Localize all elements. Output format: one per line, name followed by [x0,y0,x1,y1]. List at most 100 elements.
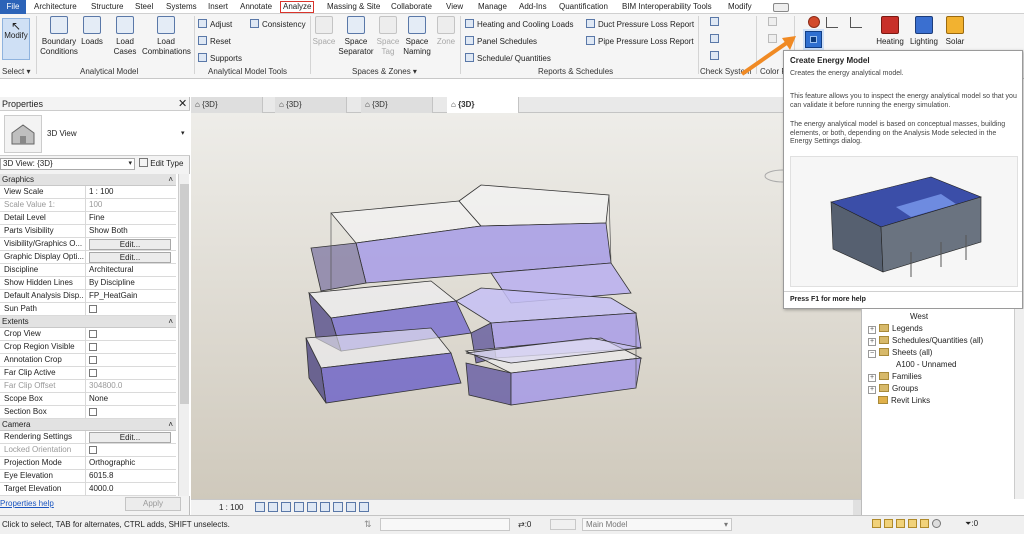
property-value[interactable]: Fine [89,213,105,222]
properties-help-link[interactable]: Properties help [0,499,54,508]
group-camera[interactable]: Camera ˄ [0,419,176,431]
checkbox[interactable] [89,343,97,351]
tab-architecture[interactable]: Architecture [34,1,77,13]
checkbox[interactable] [89,356,97,364]
select-links-icon[interactable] [872,519,881,528]
browser-item-sheets[interactable]: − Sheets (all) [868,348,932,358]
heating-cooling-loads-button[interactable]: Heating and Cooling Loads [465,19,574,30]
tab-collaborate[interactable]: Collaborate [391,1,432,13]
browser-item-families[interactable]: + Families [868,372,922,382]
close-icon[interactable]: ✕ [178,97,187,110]
lock-icon[interactable] [333,502,343,512]
tab-add-ins[interactable]: Add-Ins [519,1,547,13]
reveal-hidden-icon[interactable] [359,502,369,512]
adjust-button[interactable]: Adjust [198,19,232,30]
tab-annotate[interactable]: Annotate [240,1,272,13]
tab-modify[interactable]: Modify [728,1,752,13]
detail-level-icon[interactable] [255,502,265,512]
crop-icon[interactable] [307,502,317,512]
zone-button[interactable]: Zone [434,16,458,47]
supports-button[interactable]: Supports [198,53,242,64]
space-naming-button[interactable]: Space Naming [402,16,432,57]
solar-analysis-button[interactable]: Solar [942,16,968,47]
duct-legend-button[interactable] [768,17,780,28]
space-separator-button[interactable]: Space Separator [338,16,374,57]
property-value[interactable]: By Discipline [89,278,135,287]
workset-dropdown[interactable] [380,518,510,531]
space-tag-button[interactable]: Space Tag [376,16,400,57]
property-value[interactable]: None [89,394,108,403]
tab-bim-interoperability[interactable]: BIM Interoperability Tools [622,1,712,13]
browser-item-revit-links[interactable]: Revit Links [878,396,930,406]
workset-icon[interactable]: ⇅ [364,519,372,530]
results-icon[interactable] [850,17,862,28]
shadows-icon[interactable] [294,502,304,512]
space-button[interactable]: Space [312,16,336,47]
browser-scrollbar[interactable] [1014,309,1024,499]
reset-button[interactable]: Reset [198,36,231,47]
instance-filter[interactable]: 3D View: {3D} ▾ [0,158,135,170]
tab-structure[interactable]: Structure [91,1,123,13]
consistency-button[interactable]: Consistency [250,19,306,30]
visual-style-icon[interactable] [268,502,278,512]
property-value[interactable]: Architectural [89,265,133,274]
contextual-tab-dropdown-icon[interactable] [773,3,789,12]
check-pipe-systems-button[interactable] [710,34,722,45]
apply-button[interactable]: Apply [125,497,181,511]
property-value[interactable]: Show Both [89,226,128,235]
tab-steel[interactable]: Steel [135,1,153,13]
property-value[interactable]: 6015.8 [89,471,113,480]
tab-3d-view-2[interactable]: ⌂ {3D} [275,97,347,113]
property-value[interactable]: 4000.0 [89,484,113,493]
boundary-conditions-button[interactable]: Boundary Conditions [40,16,78,57]
tab-systems[interactable]: Systems [166,1,197,13]
modify-button[interactable]: ↖ Modify [2,18,30,60]
pipe-pressure-loss-button[interactable]: Pipe Pressure Loss Report [586,36,694,47]
browser-item-west[interactable]: West [910,312,928,322]
expand-icon[interactable]: + [868,374,876,382]
expand-icon[interactable]: + [868,326,876,334]
horizontal-scrollbar[interactable] [853,500,861,515]
browser-item-legends[interactable]: + Legends [868,324,923,334]
checkbox[interactable] [89,330,97,338]
edit-button[interactable]: Edit... [89,252,171,263]
expand-icon[interactable]: + [868,386,876,394]
tab-insert[interactable]: Insert [208,1,228,13]
property-value[interactable]: Orthographic [89,458,135,467]
sun-path-icon[interactable] [281,502,291,512]
tab-3d-view-3[interactable]: ⌂ {3D} [361,97,433,113]
checkbox[interactable] [89,369,97,377]
design-options-icon[interactable] [550,519,576,530]
tab-massing-site[interactable]: Massing & Site [327,1,380,13]
checkbox[interactable] [89,408,97,416]
type-selector[interactable]: 3D View ▾ [0,110,190,156]
lighting-analysis-button[interactable]: Lighting [908,16,940,47]
browser-item-sheet-a100[interactable]: A100 - Unnamed [896,360,956,370]
collapse-icon[interactable]: − [868,350,876,358]
load-cases-button[interactable]: Load Cases [112,16,138,57]
property-value[interactable]: 1 : 100 [89,187,113,196]
loads-button[interactable]: Loads [80,16,104,47]
edit-type-button[interactable]: Edit Type [139,158,183,170]
select-underlay-icon[interactable] [884,519,893,528]
analysis-chart-icon[interactable] [826,17,838,28]
drag-elements-icon[interactable] [920,519,929,528]
checkbox[interactable] [89,446,97,454]
tab-file[interactable]: File [0,0,26,14]
load-combinations-button[interactable]: Load Combinations [142,16,191,57]
select-panel-label[interactable]: Select ▾ [2,67,30,77]
tab-3d-view-4[interactable]: ⌂ {3D} [447,97,519,114]
property-value[interactable]: FP_HeatGain [89,291,137,300]
view-scale[interactable]: 1 : 100 [219,503,243,512]
property-value[interactable]: 100 [89,200,102,209]
schedule-quantities-button[interactable]: Schedule/ Quantities [465,53,551,64]
expand-icon[interactable]: + [868,338,876,346]
group-extents[interactable]: Extents ˄ [0,316,176,328]
group-graphics[interactable]: Graphics ˄ [0,174,176,186]
drawing-canvas[interactable] [191,113,861,499]
properties-scrollbar[interactable] [178,174,189,496]
filter-count[interactable]: ⏷:0 [965,519,978,529]
tab-quantification[interactable]: Quantification [559,1,608,13]
select-by-face-icon[interactable] [908,519,917,528]
panel-schedules-button[interactable]: Panel Schedules [465,36,537,47]
